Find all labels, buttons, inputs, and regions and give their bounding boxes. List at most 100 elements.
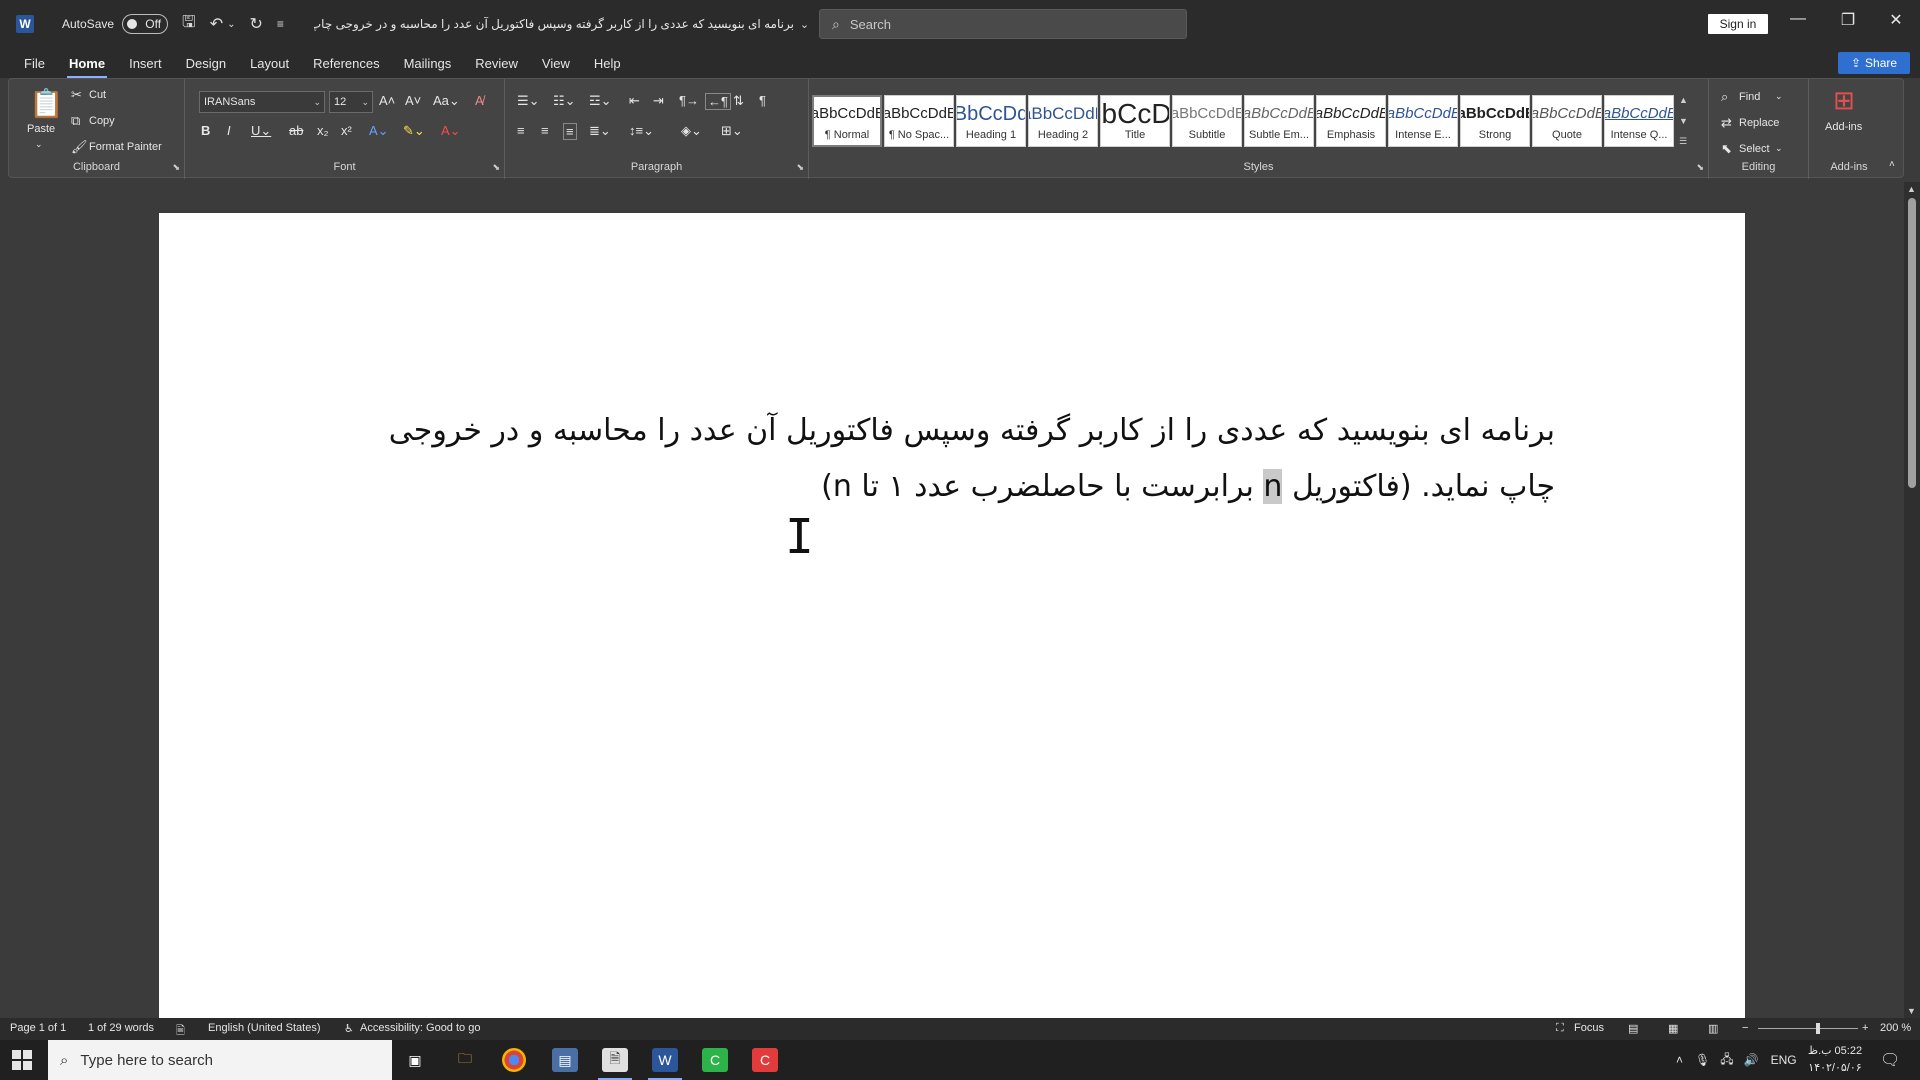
paragraph-launcher-icon[interactable]: ⬊ (796, 162, 804, 173)
bullets-icon[interactable]: ☰⌄ (517, 93, 540, 109)
web-layout-icon[interactable]: ▥ (1708, 1022, 1718, 1035)
proofing-icon[interactable]: 🗎 (176, 1022, 185, 1041)
chrome-icon[interactable] (502, 1048, 526, 1072)
file-explorer-icon[interactable]: 🗀 (452, 1048, 478, 1072)
rtl-icon[interactable]: ←¶ (705, 93, 731, 110)
scrollbar-thumb[interactable] (1908, 198, 1916, 488)
find-button[interactable]: Find (1739, 91, 1760, 103)
document-title[interactable]: برنامه ای بنویسید که عددی را از کاربر گر… (314, 17, 794, 31)
vertical-scrollbar[interactable]: ▲ ▼ (1904, 182, 1920, 1018)
customize-toolbar-icon[interactable]: ≡ (277, 17, 284, 31)
paste-button[interactable]: Paste (27, 123, 55, 135)
collapse-ribbon-icon[interactable]: ˄ (1889, 159, 1895, 170)
styles-down-icon[interactable]: ▼ (1679, 116, 1692, 126)
taskbar-clock[interactable]: 05:22 ب.ظ ۱۴۰۲/۰۵/۰۶ (1800, 1043, 1870, 1077)
replace-button[interactable]: Replace (1739, 117, 1779, 129)
zoom-out-icon[interactable]: − (1742, 1022, 1748, 1034)
format-painter-icon[interactable]: 🖌 (71, 139, 88, 155)
document-app-icon[interactable]: 🗎 (598, 1048, 632, 1080)
subscript-icon[interactable]: x₂ (317, 123, 329, 138)
paste-icon[interactable]: 📋 (29, 87, 64, 120)
highlight-icon[interactable]: ✎⌄ (403, 123, 425, 139)
paste-chevron-icon[interactable]: ⌄ (35, 139, 43, 150)
style-emphasis[interactable]: AaBbCcDdEe Emphasis (1316, 95, 1386, 147)
zoom-in-icon[interactable]: + (1862, 1022, 1868, 1034)
green-app-icon[interactable]: C (702, 1048, 728, 1072)
autosave-toggle[interactable]: Off (122, 14, 169, 34)
superscript-icon[interactable]: x² (341, 123, 352, 138)
share-button[interactable]: ⇪ Share (1838, 52, 1910, 74)
cut-icon[interactable]: ✂ (71, 87, 82, 103)
style-heading-2[interactable]: AaBbCcDdEe Heading 2 (1028, 95, 1098, 147)
focus-icon[interactable]: ⛶ (1556, 1022, 1564, 1035)
minimize-icon[interactable]: — (1778, 10, 1818, 28)
styles-more-icon[interactable]: ☰ (1679, 136, 1692, 147)
sort-icon[interactable]: ⇅ (733, 93, 744, 109)
document-paragraph[interactable]: برنامه ای بنویسید که عددی را از کاربر گر… (365, 403, 1555, 515)
style-title[interactable]: AaBbCcDdEe Title (1100, 95, 1170, 147)
select-button[interactable]: Select (1739, 143, 1770, 155)
change-case-icon[interactable]: Aa⌄ (433, 93, 460, 109)
copy-button[interactable]: Copy (89, 115, 115, 127)
underline-icon[interactable]: U⌄ (251, 123, 271, 139)
task-view-icon[interactable]: ▣ (402, 1048, 428, 1072)
input-language[interactable]: ENG (1771, 1053, 1797, 1067)
title-chevron-down-icon[interactable]: ⌄ (800, 18, 809, 31)
search-box[interactable]: ⌕ Search (819, 9, 1187, 39)
style-heading-1[interactable]: AaBbCcDdEe Heading 1 (956, 95, 1026, 147)
zoom-level[interactable]: 200 % (1880, 1022, 1911, 1034)
styles-up-icon[interactable]: ▲ (1679, 95, 1692, 105)
word-count[interactable]: 1 of 29 words (88, 1022, 154, 1034)
multilevel-list-icon[interactable]: ☲⌄ (589, 93, 612, 109)
tab-references[interactable]: References (311, 52, 381, 75)
align-center-icon[interactable]: ≡ (541, 123, 549, 138)
font-size-combo[interactable]: 12 ⌄ (329, 91, 373, 113)
format-painter-button[interactable]: Format Painter (89, 141, 162, 153)
style-strong[interactable]: AaBbCcDdEe Strong (1460, 95, 1530, 147)
line-spacing-icon[interactable]: ↕≡⌄ (629, 123, 654, 139)
shrink-font-icon[interactable]: A˅ (405, 93, 421, 108)
taskbar-search[interactable]: ⌕ Type here to search (48, 1040, 392, 1080)
redo-icon[interactable]: ↻ (249, 14, 262, 34)
tab-layout[interactable]: Layout (248, 52, 291, 75)
text-effects-icon[interactable]: A⌄ (369, 123, 389, 139)
clipboard-launcher-icon[interactable]: ⬊ (172, 162, 180, 173)
select-icon[interactable]: ⬉ (1721, 141, 1732, 157)
accessibility-status[interactable]: Accessibility: Good to go (360, 1022, 480, 1034)
scroll-down-icon[interactable]: ▼ (1907, 1006, 1916, 1016)
find-chevron-icon[interactable]: ⌄ (1775, 91, 1783, 102)
tab-view[interactable]: View (540, 52, 572, 75)
select-chevron-icon[interactable]: ⌄ (1775, 143, 1783, 154)
tab-help[interactable]: Help (592, 52, 623, 75)
shading-icon[interactable]: ◈⌄ (681, 123, 702, 139)
clear-formatting-icon[interactable]: A̸ (475, 93, 484, 108)
restore-icon[interactable]: ❐ (1828, 10, 1868, 30)
bold-icon[interactable]: B (201, 123, 210, 138)
font-color-icon[interactable]: A⌄ (441, 123, 461, 139)
tab-design[interactable]: Design (184, 52, 228, 75)
style-subtle-emphasis[interactable]: AaBbCcDdEe Subtle Em... (1244, 95, 1314, 147)
justify-icon[interactable]: ≣⌄ (589, 123, 611, 139)
style-normal[interactable]: AaBbCcDdEe ¶ Normal (812, 95, 882, 147)
word-taskbar-icon[interactable]: W (648, 1048, 682, 1080)
tray-chevron-icon[interactable]: ˄ (1676, 1053, 1683, 1067)
scroll-up-icon[interactable]: ▲ (1907, 184, 1916, 194)
style-no-spacing[interactable]: AaBbCcDdEe ¶ No Spac... (884, 95, 954, 147)
copy-icon[interactable]: ⧉ (71, 113, 80, 129)
align-left-icon[interactable]: ≡ (517, 123, 525, 138)
print-layout-icon[interactable]: ▦ (1668, 1022, 1678, 1035)
show-formatting-icon[interactable]: ¶ (759, 93, 766, 108)
italic-icon[interactable]: I (227, 123, 231, 138)
style-intense-quote[interactable]: AaBbCcDdEe Intense Q... (1604, 95, 1674, 147)
styles-launcher-icon[interactable]: ⬊ (1696, 162, 1704, 173)
document-page[interactable]: برنامه ای بنویسید که عددی را از کاربر گر… (159, 213, 1745, 1018)
focus-button[interactable]: Focus (1574, 1022, 1604, 1034)
style-subtitle[interactable]: AaBbCcDdEe Subtitle (1172, 95, 1242, 147)
tab-mailings[interactable]: Mailings (402, 52, 454, 75)
sign-in-button[interactable]: Sign in (1708, 14, 1768, 34)
tab-file[interactable]: File (22, 52, 47, 75)
increase-indent-icon[interactable]: ⇥ (653, 93, 664, 109)
windows-start-icon[interactable] (12, 1050, 32, 1070)
addins-button[interactable]: Add-ins (1825, 121, 1862, 133)
decrease-indent-icon[interactable]: ⇤ (629, 93, 640, 109)
